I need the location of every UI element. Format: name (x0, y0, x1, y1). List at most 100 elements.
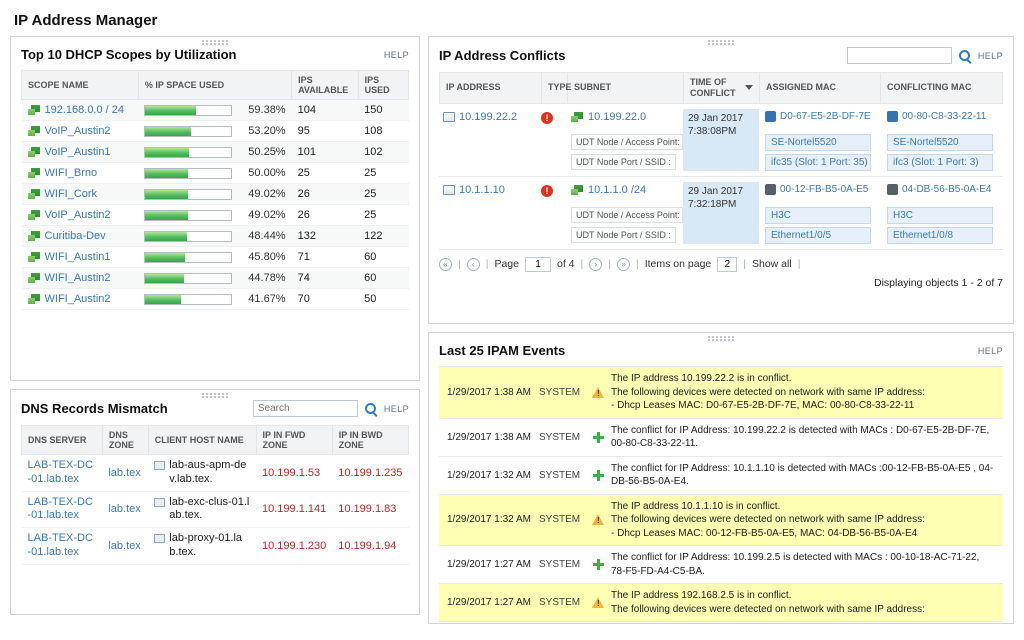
panel-title: Top 10 DHCP Scopes by Utilization (21, 47, 237, 62)
conflicts-search-input[interactable] (847, 47, 952, 64)
dns-server-link[interactable]: LAB-TEX-DC-01.lab.tex (28, 532, 93, 558)
show-all-link[interactable]: Show all (752, 258, 792, 270)
udt-port-label: UDT Node Port / SSID : (571, 227, 676, 243)
scope-name-link[interactable]: WIFI_Austin1 (45, 251, 111, 263)
client-host-cell: lab-aus-apm-dev.lab.tex. (148, 455, 256, 492)
dns-zone-cell: lab.tex (102, 528, 148, 565)
utilization-bar (144, 126, 232, 137)
help-link[interactable]: HELP (384, 50, 409, 60)
ips-used-value: 108 (358, 121, 408, 142)
utilization-bar (144, 252, 232, 263)
drag-handle-icon[interactable] (202, 393, 228, 398)
help-link[interactable]: HELP (978, 51, 1003, 61)
dns-server-link[interactable]: LAB-TEX-DC-01.lab.tex (28, 459, 93, 485)
conflict-ip-link[interactable]: 10.1.1.10 (459, 184, 505, 196)
help-link[interactable]: HELP (384, 404, 409, 414)
ips-used-value: 50 (358, 289, 408, 310)
conflicting-mac-cell: 00-80-C8-33-22-11 (881, 109, 1003, 124)
conflict-time: 7:38:08PM (688, 125, 754, 139)
utilization-percent: 50.00% (248, 167, 285, 179)
assigned-udt-node: SE-Nortel5520 (765, 134, 871, 151)
scope-name-link[interactable]: 192.168.0.0 / 24 (45, 104, 125, 116)
client-host-name: lab-proxy-01.lab.tex. (169, 532, 250, 560)
page-number-input[interactable] (525, 257, 551, 272)
ips-used-value: 60 (358, 247, 408, 268)
scope-name-cell: WIFI_Austin2 (22, 289, 139, 310)
conflict-ip-link[interactable]: 10.199.22.2 (459, 111, 517, 123)
last-page-button[interactable]: » (617, 258, 630, 271)
dns-zone-link[interactable]: lab.tex (108, 503, 140, 515)
column-header-ips-available: IPS AVAILABLE (292, 71, 359, 100)
drag-handle-icon[interactable] (708, 336, 734, 341)
scope-name-link[interactable]: VoIP_Austin2 (45, 125, 111, 137)
next-page-button[interactable]: › (589, 258, 602, 271)
panel-ip-conflicts: IP Address Conflicts HELP IP ADDRESS TYP… (428, 36, 1014, 324)
ip-fwd-value: 10.199.1.230 (262, 540, 326, 552)
conflict-subnet-cell: 10.1.1.0 /24 (567, 182, 683, 198)
conflict-type-cell (541, 109, 567, 131)
subnet-link[interactable]: 10.1.1.0 /24 (588, 184, 646, 196)
column-header-time-of-conflict[interactable]: TIME OF CONFLICT (684, 73, 760, 103)
assigned-mac-cell: 00-12-FB-B5-0A-E5 (759, 182, 881, 197)
event-source: SYSTEM (539, 470, 591, 481)
drag-handle-icon[interactable] (202, 40, 228, 45)
scope-name-link[interactable]: WIFI_Brno (45, 167, 98, 179)
scope-icon (28, 105, 40, 115)
scope-name-link[interactable]: WIFI_Austin2 (45, 293, 111, 305)
panel-title: DNS Records Mismatch (21, 401, 168, 416)
dhcp-scope-row: VoIP_Austin2 53.20% 95 108 (22, 121, 409, 142)
ip-icon (443, 112, 455, 122)
event-timestamp: 1/29/2017 1:27 AM (447, 597, 539, 608)
dashboard-columns: Top 10 DHCP Scopes by Utilization HELP S… (0, 36, 1024, 624)
ips-available-value: 26 (292, 184, 359, 205)
help-link[interactable]: HELP (978, 346, 1003, 356)
utilization-percent: 53.20% (248, 125, 285, 137)
event-source: SYSTEM (539, 559, 591, 570)
conflict-time-cell: 29 Jan 2017 7:32:18PM (683, 182, 759, 244)
scope-name-link[interactable]: WIFI_Cork (45, 188, 98, 200)
event-source: SYSTEM (539, 597, 591, 608)
conflicting-udt-node: SE-Nortel5520 (887, 134, 993, 151)
utilization-cell: 59.38% (138, 100, 291, 121)
dns-zone-link[interactable]: lab.tex (108, 540, 140, 552)
prev-page-button[interactable]: ‹ (467, 258, 480, 271)
dns-zone-link[interactable]: lab.tex (108, 467, 140, 479)
right-column: IP Address Conflicts HELP IP ADDRESS TYP… (428, 36, 1014, 624)
ips-available-value: 132 (292, 226, 359, 247)
column-header-ip-fwd: IP IN FWD ZONE (256, 426, 332, 455)
scope-name-link[interactable]: VoIP_Austin2 (45, 209, 111, 221)
subnet-link[interactable]: 10.199.22.0 (588, 111, 646, 123)
separator: | (743, 258, 746, 270)
utilization-percent: 45.80% (248, 251, 285, 263)
ips-used-value: 102 (358, 142, 408, 163)
column-header-dns-server: DNS SERVER (22, 426, 103, 455)
ips-used-value: 150 (358, 100, 408, 121)
items-per-page-input[interactable] (717, 257, 737, 272)
dns-mismatch-row: LAB-TEX-DC-01.lab.tex lab.tex lab-aus-ap… (22, 455, 409, 492)
drag-handle-icon[interactable] (708, 40, 734, 45)
dns-server-link[interactable]: LAB-TEX-DC-01.lab.tex (28, 496, 93, 522)
scope-name-link[interactable]: VoIP_Austin1 (45, 146, 111, 158)
search-icon[interactable] (958, 49, 972, 63)
event-severity-icon (591, 596, 611, 609)
client-host-name: lab-aus-apm-dev.lab.tex. (169, 459, 250, 487)
utilization-percent: 44.78% (248, 272, 285, 284)
utilization-cell: 49.02% (138, 184, 291, 205)
conflicting-udt-port: ifc3 (Slot: 1 Port: 3) (887, 154, 993, 171)
ips-available-value: 95 (292, 121, 359, 142)
ips-used-value: 25 (358, 184, 408, 205)
scope-name-link[interactable]: Curitiba-Dev (45, 230, 106, 242)
scope-name-link[interactable]: WIFI_Austin2 (45, 272, 111, 284)
first-page-button[interactable]: « (439, 258, 452, 271)
scope-name-cell: WIFI_Cork (22, 184, 139, 205)
dhcp-scope-row: VoIP_Austin2 49.02% 26 25 (22, 205, 409, 226)
dns-search-input[interactable] (253, 400, 358, 417)
utilization-bar-fill (145, 169, 188, 178)
scope-name-cell: VoIP_Austin2 (22, 205, 139, 226)
dns-mismatch-row: LAB-TEX-DC-01.lab.tex lab.tex lab-exc-cl… (22, 491, 409, 528)
utilization-bar-fill (145, 127, 191, 136)
table-header-row: SCOPE NAME % IP SPACE USED IPS AVAILABLE… (22, 71, 409, 100)
event-severity-icon (591, 513, 611, 526)
search-icon[interactable] (364, 402, 378, 416)
conflict-time: 7:32:18PM (688, 198, 754, 212)
